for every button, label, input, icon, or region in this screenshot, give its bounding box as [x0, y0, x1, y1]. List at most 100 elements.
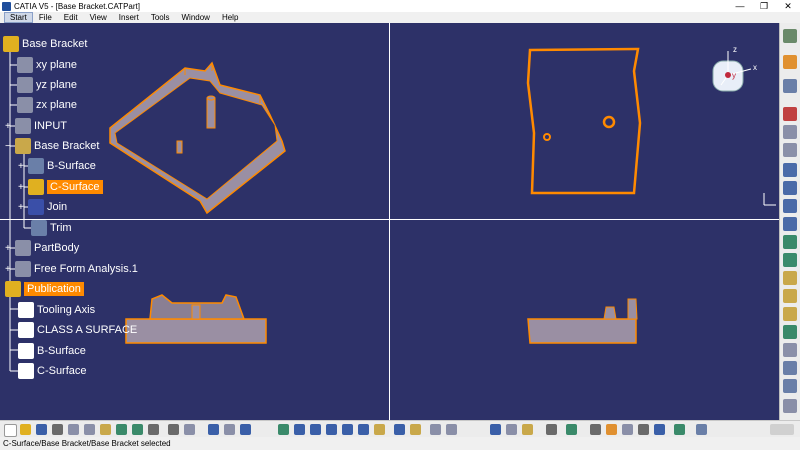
eraser-icon[interactable] [696, 424, 707, 435]
menu-help[interactable]: Help [216, 13, 244, 22]
menu-edit[interactable]: Edit [58, 13, 84, 22]
collapse-minus-icon[interactable]: − [5, 141, 15, 152]
expand-plus-icon[interactable]: + [5, 243, 15, 254]
shading-icon[interactable] [410, 424, 421, 435]
tree-item-pub-b-surface[interactable]: B-Surface [18, 343, 86, 359]
top-view-outline[interactable] [526, 47, 642, 195]
tree-item-publication[interactable]: Publication [5, 281, 84, 297]
trim-tool-icon[interactable] [783, 253, 797, 267]
hide-show-icon[interactable] [430, 424, 441, 435]
tree-item-b-surface[interactable]: + B-Surface [18, 158, 96, 174]
help-icon[interactable] [148, 424, 159, 435]
expand-plus-icon[interactable]: + [18, 161, 28, 172]
close-button[interactable]: ✕ [776, 0, 800, 12]
save-icon[interactable] [36, 424, 47, 435]
join-tool-icon[interactable] [783, 235, 797, 249]
revolve-icon[interactable] [783, 181, 797, 195]
expand-plus-icon[interactable]: + [5, 121, 15, 132]
tree-icon[interactable] [224, 424, 235, 435]
tree-item-input[interactable]: + INPUT [5, 118, 67, 134]
plane-tool-icon[interactable] [783, 143, 797, 157]
curvature-icon[interactable] [606, 424, 617, 435]
open-file-icon[interactable] [20, 424, 31, 435]
expand-plus-icon[interactable]: + [18, 182, 28, 193]
paste-icon[interactable] [100, 424, 111, 435]
more-tools-icon[interactable] [783, 399, 797, 413]
restore-button[interactable]: ❐ [752, 0, 776, 12]
cut-icon[interactable] [68, 424, 79, 435]
offset-icon[interactable] [783, 271, 797, 285]
connect-icon[interactable] [590, 424, 601, 435]
tree-item-pub-c-surface[interactable]: C-Surface [18, 363, 87, 379]
porcupine-icon[interactable] [654, 424, 665, 435]
axis-indicator [763, 193, 776, 206]
side-view-part[interactable] [527, 298, 638, 344]
menu-file[interactable]: File [33, 13, 58, 22]
sweep-icon[interactable] [783, 199, 797, 213]
law-icon[interactable] [783, 361, 797, 375]
tree-root[interactable]: Base Bracket [3, 36, 87, 52]
graph-icon[interactable] [240, 424, 251, 435]
formula-icon[interactable] [168, 424, 179, 435]
point-icon[interactable] [783, 107, 797, 121]
print-icon[interactable] [52, 424, 63, 435]
redo-icon[interactable] [132, 424, 143, 435]
isometric-part-view[interactable] [109, 61, 286, 215]
fly-icon[interactable] [278, 424, 289, 435]
fill-icon[interactable] [783, 217, 797, 231]
pan-icon[interactable] [310, 424, 321, 435]
swap-space-icon[interactable] [446, 424, 457, 435]
menu-start[interactable]: Start [4, 12, 33, 23]
measure-icon[interactable] [783, 343, 797, 357]
normal-view-icon[interactable] [374, 424, 385, 435]
3d-viewport[interactable]: z y x Base Bracket xy plane yz plane zx … [0, 23, 779, 420]
tree-item-tooling-axis[interactable]: Tooling Axis [18, 302, 95, 318]
select-arrow-icon[interactable] [783, 55, 797, 69]
fit-all-icon[interactable] [294, 424, 305, 435]
front-view-part[interactable] [125, 294, 267, 344]
tree-item-join[interactable]: + Join [18, 199, 67, 215]
extrude-icon[interactable] [783, 163, 797, 177]
tree-item-free-form-analysis[interactable]: + Free Form Analysis.1 [5, 261, 138, 277]
tree-item-trim[interactable]: Trim [31, 220, 72, 236]
sketch-icon[interactable] [783, 79, 797, 93]
tree-item-class-a-surface[interactable]: CLASS A SURFACE [18, 322, 137, 338]
workbench-icon[interactable] [783, 29, 797, 43]
measure-item-icon[interactable] [546, 424, 557, 435]
undo-icon[interactable] [116, 424, 127, 435]
menu-window[interactable]: Window [176, 13, 216, 22]
new-file-icon[interactable] [4, 424, 17, 437]
fillet-icon[interactable] [783, 289, 797, 303]
menu-view[interactable]: View [84, 13, 113, 22]
apply-material-icon[interactable] [566, 424, 577, 435]
view-cube-icon[interactable] [394, 424, 405, 435]
expand-plus-icon[interactable]: + [5, 264, 15, 275]
material-icon[interactable] [522, 424, 533, 435]
zoom-out-icon[interactable] [358, 424, 369, 435]
tree-item-xy-plane[interactable]: xy plane [17, 57, 77, 73]
extract-icon[interactable] [783, 379, 797, 393]
copy-icon[interactable] [84, 424, 95, 435]
tree-item-partbody[interactable]: + PartBody [5, 240, 79, 256]
draft-analysis-icon[interactable] [638, 424, 649, 435]
line-icon[interactable] [783, 125, 797, 139]
tree-item-base-bracket[interactable]: − Base Bracket [5, 138, 99, 154]
highlight-icon[interactable] [674, 424, 685, 435]
compass-widget[interactable]: z y x [711, 45, 761, 93]
layer-icon[interactable] [490, 424, 501, 435]
tree-item-yz-plane[interactable]: yz plane [17, 77, 77, 93]
zoom-in-icon[interactable] [342, 424, 353, 435]
surface-analysis-icon[interactable] [622, 424, 633, 435]
menu-insert[interactable]: Insert [113, 13, 145, 22]
display-icon[interactable] [208, 424, 219, 435]
properties-icon[interactable] [506, 424, 517, 435]
menu-tools[interactable]: Tools [145, 13, 176, 22]
translate-icon[interactable] [783, 307, 797, 321]
tree-item-c-surface[interactable]: + C-Surface [18, 179, 103, 195]
comment-icon[interactable] [184, 424, 195, 435]
expand-plus-icon[interactable]: + [18, 202, 28, 213]
tree-item-zx-plane[interactable]: zx plane [17, 97, 77, 113]
minimize-button[interactable]: — [728, 0, 752, 12]
analysis-tool-icon[interactable] [783, 325, 797, 339]
rotate-icon[interactable] [326, 424, 337, 435]
